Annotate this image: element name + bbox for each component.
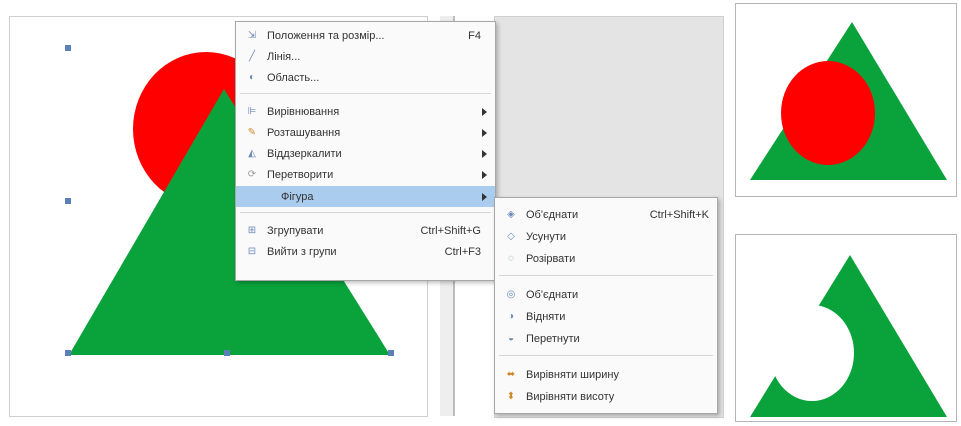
intersect-icon: ◒ [507, 333, 515, 344]
result-preview-combined [735, 3, 957, 197]
selection-handle[interactable] [224, 350, 230, 356]
group-icon: ⊞ [247, 225, 257, 236]
shape-icon [245, 190, 259, 204]
result-preview-subtracted [735, 234, 957, 422]
convert-icon: ⟳ [247, 169, 257, 180]
chevron-right-icon [482, 149, 487, 158]
combined-shapes-drawing [750, 22, 947, 180]
chevron-right-icon [482, 107, 487, 116]
menu-item-line[interactable]: ╱ Лінія... [236, 46, 495, 67]
menu-item-area[interactable]: ◐ Область... [236, 67, 495, 88]
chevron-right-icon [482, 192, 487, 201]
chevron-right-icon [482, 170, 487, 179]
line-icon: ╱ [248, 51, 256, 62]
merge-icon: ◎ [506, 289, 516, 300]
subtract-icon: ◑ [507, 311, 515, 322]
submenu-item-combine[interactable]: ◈ Об'єднати Ctrl+Shift+K [495, 204, 717, 225]
equalize-width-icon: ⬌ [506, 369, 516, 380]
menu-item-position-size[interactable]: ⇲ Положення та розмір... F4 [236, 25, 495, 46]
arrange-icon: ✎ [247, 127, 257, 138]
submenu-item-equalize-width[interactable]: ⬌ Вирівняти ширину [495, 364, 717, 385]
menu-item-group[interactable]: ⊞ Згрупувати Ctrl+Shift+G [236, 220, 495, 241]
menu-separator [240, 93, 491, 94]
red-ellipse [781, 61, 875, 165]
submenu-item-break[interactable]: ◌ Розірвати [495, 248, 717, 269]
exit-group-icon: ⊟ [247, 246, 257, 257]
submenu-item-equalize-height[interactable]: ⬍ Вирівняти висоту [495, 386, 717, 407]
menu-item-align[interactable]: ⊫ Вирівнювання [236, 101, 495, 122]
selection-handle[interactable] [65, 198, 71, 204]
menu-item-shape[interactable]: Фігура [236, 186, 495, 207]
green-subtracted-triangle [750, 255, 947, 417]
flip-icon: ◭ [248, 148, 256, 159]
selection-handle[interactable] [65, 45, 71, 51]
combine-icon: ◈ [507, 209, 515, 220]
area-icon: ◐ [248, 72, 256, 83]
align-icon: ⊫ [247, 106, 257, 117]
menu-separator [499, 355, 713, 356]
menu-item-flip[interactable]: ◭ Віддзеркалити [236, 143, 495, 164]
shape-submenu: ◈ Об'єднати Ctrl+Shift+K ◇ Усунути ◌ Роз… [494, 197, 718, 414]
menu-item-convert[interactable]: ⟳ Перетворити [236, 164, 495, 185]
split-icon: ◇ [507, 231, 515, 242]
selection-handle[interactable] [388, 350, 394, 356]
break-icon: ◌ [508, 253, 514, 264]
equalize-height-icon: ⬍ [506, 391, 516, 402]
submenu-item-merge[interactable]: ◎ Об'єднати [495, 284, 717, 305]
chevron-right-icon [482, 128, 487, 137]
submenu-item-split[interactable]: ◇ Усунути [495, 226, 717, 247]
position-size-icon: ⇲ [247, 30, 257, 41]
menu-item-arrange[interactable]: ✎ Розташування [236, 122, 495, 143]
menu-separator [499, 275, 713, 276]
selection-handle[interactable] [65, 350, 71, 356]
submenu-item-intersect[interactable]: ◒ Перетнути [495, 328, 717, 349]
menu-item-exit-group[interactable]: ⊟ Вийти з групи Ctrl+F3 [236, 241, 495, 262]
subtracted-shape-drawing [750, 255, 947, 417]
menu-separator [240, 212, 491, 213]
submenu-item-subtract[interactable]: ◑ Відняти [495, 306, 717, 327]
context-menu: ⇲ Положення та розмір... F4 ╱ Лінія... ◐… [235, 21, 496, 281]
